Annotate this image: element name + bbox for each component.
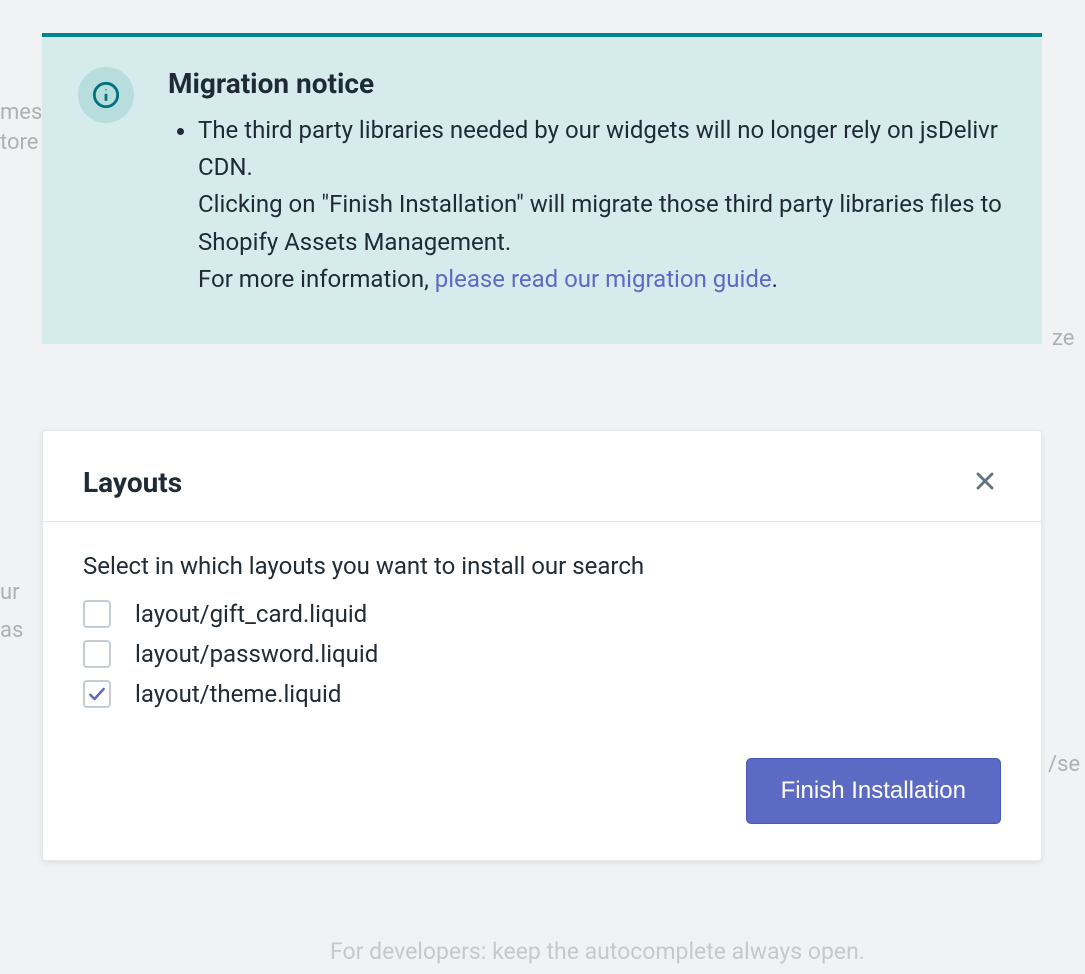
migration-guide-link[interactable]: please read our migration guide [435,265,772,293]
notice-line: Clicking on "Finish Installation" will m… [198,190,1002,255]
info-icon [78,67,134,123]
bg-dev-note: For developers: keep the autocomplete al… [330,938,865,965]
checkbox[interactable] [83,640,111,668]
checkbox-checked[interactable] [83,680,111,708]
notice-line: For more information, [198,265,435,293]
bg-text: ze [1052,326,1074,351]
bg-text: mes [0,100,42,125]
layout-label: layout/password.liquid [135,640,378,668]
layout-label: layout/theme.liquid [135,680,341,708]
notice-line-end: . [772,265,778,293]
notice-line: The third party libraries needed by our … [198,116,998,181]
notice-list: The third party libraries needed by our … [168,112,1006,298]
migration-notice-banner: Migration notice The third party librari… [42,33,1042,344]
panel-body: Select in which layouts you want to inst… [43,522,1041,730]
panel-header: Layouts [43,431,1041,522]
finish-installation-button[interactable]: Finish Installation [746,758,1001,824]
bg-text: tore [0,130,38,155]
close-icon[interactable] [969,461,1001,503]
layout-option[interactable]: layout/password.liquid [83,640,1001,668]
layout-option[interactable]: layout/theme.liquid [83,680,1001,708]
layout-label: layout/gift_card.liquid [135,600,367,628]
notice-title: Migration notice [168,67,1006,100]
notice-bullet: The third party libraries needed by our … [198,112,1006,298]
panel-description: Select in which layouts you want to inst… [83,552,1001,580]
panel-footer: Finish Installation [43,730,1041,860]
bg-text: /se [1048,752,1080,777]
bg-text: as [0,618,23,643]
bg-text: ur [0,580,20,605]
panel-title: Layouts [83,466,182,499]
checkbox[interactable] [83,600,111,628]
layouts-panel: Layouts Select in which layouts you want… [42,430,1042,861]
layout-option[interactable]: layout/gift_card.liquid [83,600,1001,628]
